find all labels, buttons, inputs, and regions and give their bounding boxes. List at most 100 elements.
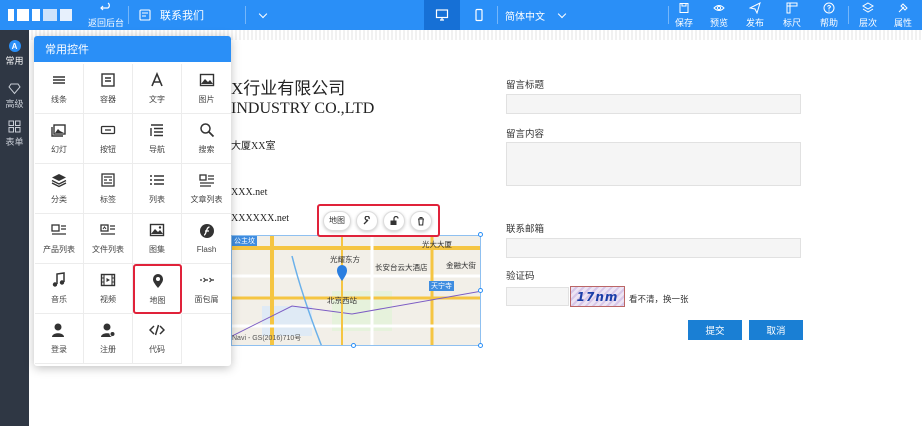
widget-grid: 线条 容器 文字 图片 幻灯 按钮 导航 搜索 分类 标签 列表 文章列表 产品… bbox=[35, 64, 231, 364]
article-list-icon bbox=[198, 174, 214, 187]
form-content-label: 留言内容 bbox=[506, 129, 545, 140]
chevron-down-icon bbox=[258, 9, 268, 18]
left-rail: A 常用 高级 表单 bbox=[0, 30, 29, 426]
company-name-en[interactable]: INDUSTRY CO.,LTD bbox=[231, 100, 374, 118]
category-icon bbox=[51, 174, 67, 188]
save-button[interactable]: 保存 bbox=[671, 0, 697, 30]
widget-list[interactable]: 列表 bbox=[133, 164, 182, 214]
map-roads bbox=[232, 236, 480, 345]
slideshow-icon bbox=[51, 124, 66, 137]
rail-common[interactable]: A 常用 bbox=[0, 40, 29, 67]
widget-category[interactable]: 分类 bbox=[35, 164, 84, 214]
widget-line[interactable]: 线条 bbox=[35, 64, 84, 114]
wrench-button[interactable] bbox=[356, 210, 378, 231]
page-icon bbox=[139, 9, 151, 21]
language-selector[interactable]: 简体中文 bbox=[505, 0, 567, 30]
publish-button[interactable]: 发布 bbox=[742, 0, 768, 30]
widget-tag[interactable]: 标签 bbox=[84, 164, 133, 214]
list-icon bbox=[150, 175, 164, 185]
email-field[interactable] bbox=[506, 238, 801, 258]
cancel-button[interactable]: 取消 bbox=[749, 320, 803, 340]
widget-code[interactable]: 代码 bbox=[133, 314, 182, 364]
widget-article-list[interactable]: 文章列表 bbox=[182, 164, 231, 214]
preview-button[interactable]: 预览 bbox=[706, 0, 732, 30]
ruler-button[interactable]: 标尺 bbox=[779, 0, 805, 30]
resize-handle[interactable] bbox=[478, 232, 483, 237]
message-content-textarea[interactable] bbox=[506, 142, 801, 186]
captcha-input[interactable] bbox=[506, 287, 569, 306]
trash-icon bbox=[418, 216, 424, 226]
mobile-icon bbox=[475, 8, 483, 22]
mobile-view-button[interactable] bbox=[461, 0, 497, 30]
code-icon bbox=[149, 324, 165, 336]
captcha-image[interactable]: 17nm bbox=[570, 286, 625, 307]
company-name-cn[interactable]: X行业有限公司 bbox=[231, 74, 345, 99]
widget-breadcrumb[interactable]: 面包屑 bbox=[182, 264, 231, 314]
address-text[interactable]: 大厦XX室 bbox=[231, 137, 275, 152]
map-label: 长安台云大酒店 bbox=[375, 263, 428, 272]
widget-product-list[interactable]: 产品列表 bbox=[35, 214, 84, 264]
widget-nav[interactable]: 导航 bbox=[133, 114, 182, 164]
map-settings-button[interactable]: 地图 bbox=[323, 210, 351, 231]
widget-video[interactable]: 视频 bbox=[84, 264, 133, 314]
widget-music[interactable]: 音乐 bbox=[35, 264, 84, 314]
line-icon bbox=[53, 76, 65, 84]
undo-icon bbox=[100, 2, 110, 10]
button-icon bbox=[100, 125, 116, 135]
message-title-input[interactable] bbox=[506, 94, 801, 114]
ruler-icon bbox=[786, 2, 798, 13]
widget-gallery[interactable]: 图集 bbox=[133, 214, 182, 264]
properties-button[interactable]: 属性 bbox=[890, 0, 916, 30]
logo bbox=[8, 9, 72, 21]
widget-button[interactable]: 按钮 bbox=[84, 114, 133, 164]
tag-icon bbox=[101, 173, 115, 187]
gallery-icon bbox=[149, 223, 165, 237]
product-list-icon bbox=[51, 224, 66, 235]
form-title-label: 留言标题 bbox=[506, 80, 545, 91]
common-icon: A bbox=[8, 40, 21, 52]
map-label: 公主坟 bbox=[232, 236, 257, 246]
website-text[interactable]: XXX.net bbox=[231, 187, 267, 198]
file-list-icon bbox=[100, 224, 115, 235]
map-label: 金融大街 bbox=[446, 261, 476, 270]
delete-button[interactable] bbox=[410, 210, 432, 231]
desktop-view-button[interactable] bbox=[424, 0, 460, 30]
widget-map[interactable]: 地图 bbox=[133, 264, 182, 314]
widget-flash[interactable]: Flash bbox=[182, 214, 231, 264]
map-copyright: Navi - GS(2016)710号 bbox=[232, 335, 302, 342]
email-text[interactable]: XXXXXX.net bbox=[231, 213, 289, 224]
map-widget[interactable]: 公主坟 光大大厦 光耀东方 长安台云大酒店 金融大街 北京西站 天宁寺 Navi… bbox=[231, 235, 481, 346]
widget-panel: 常用控件 线条 容器 文字 图片 幻灯 按钮 导航 搜索 分类 标签 列表 文章… bbox=[34, 36, 231, 366]
resize-handle[interactable] bbox=[478, 288, 483, 293]
captcha-refresh-link[interactable]: 看不清，换一张 bbox=[629, 293, 689, 305]
flash-icon bbox=[199, 224, 214, 238]
resize-handle[interactable] bbox=[478, 343, 483, 348]
text-icon bbox=[151, 72, 163, 87]
widget-container[interactable]: 容器 bbox=[84, 64, 133, 114]
rail-advanced[interactable]: 高级 bbox=[0, 82, 29, 110]
widget-text[interactable]: 文字 bbox=[133, 64, 182, 114]
widget-login[interactable]: 登录 bbox=[35, 314, 84, 364]
layers-icon bbox=[862, 1, 874, 13]
widget-search[interactable]: 搜索 bbox=[182, 114, 231, 164]
map-floating-toolbar: 地图 bbox=[317, 204, 440, 237]
widget-file-list[interactable]: 文件列表 bbox=[84, 214, 133, 264]
widget-slideshow[interactable]: 幻灯 bbox=[35, 114, 84, 164]
map-label: 北京西站 bbox=[327, 296, 357, 305]
page-selector[interactable]: 联系我们 bbox=[138, 0, 268, 30]
search-icon bbox=[199, 123, 214, 138]
help-icon bbox=[823, 2, 835, 13]
help-button[interactable]: 帮助 bbox=[816, 0, 842, 30]
submit-button[interactable]: 提交 bbox=[688, 320, 742, 340]
layers-button[interactable]: 层次 bbox=[855, 0, 881, 30]
form-captcha-label: 验证码 bbox=[506, 271, 535, 282]
widget-register[interactable]: 注册 bbox=[84, 314, 133, 364]
wrench-icon bbox=[363, 215, 370, 224]
resize-handle[interactable] bbox=[351, 343, 356, 348]
back-to-admin-button[interactable]: 返回后台 bbox=[88, 0, 124, 30]
rail-form[interactable]: 表单 bbox=[0, 120, 29, 148]
unlock-button[interactable] bbox=[383, 210, 405, 231]
login-icon bbox=[52, 323, 67, 337]
save-icon bbox=[679, 2, 689, 13]
widget-image[interactable]: 图片 bbox=[182, 64, 231, 114]
